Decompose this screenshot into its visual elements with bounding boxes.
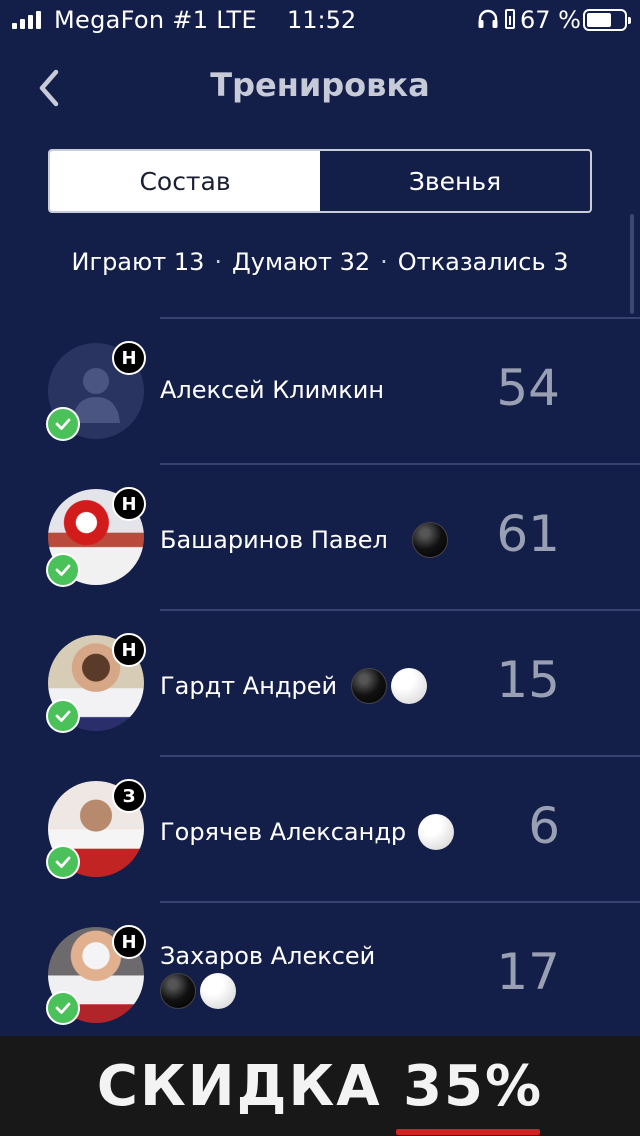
scrollbar[interactable] — [630, 214, 634, 314]
separator: · — [380, 248, 388, 276]
status-badge: Н — [112, 633, 146, 667]
player-name: Башаринов Павел — [160, 522, 448, 558]
tab-roster[interactable]: Состав — [50, 151, 320, 211]
check-icon — [46, 407, 80, 441]
list-item[interactable]: Н Башаринов Павел 61 — [46, 463, 640, 609]
carrier-label: MegaFon #1 LTE — [54, 6, 257, 34]
segmented-control: Состав Звенья — [48, 149, 592, 213]
jersey-number: 17 — [496, 943, 560, 1001]
chevron-left-icon — [39, 69, 59, 107]
white-puck-icon — [391, 668, 428, 704]
page-title: Тренировка — [210, 66, 430, 104]
status-badge: Н — [112, 341, 146, 375]
status-badge: Н — [112, 487, 146, 521]
avatar: Н — [46, 341, 146, 441]
check-icon — [46, 699, 80, 733]
black-puck-icon — [160, 973, 196, 1009]
black-puck-icon — [411, 522, 448, 558]
jersey-number: 61 — [496, 505, 560, 563]
attendance-summary: Играют 13 · Думают 32 · Отказались 3 — [0, 248, 640, 276]
black-puck-icon — [351, 668, 388, 704]
avatar: З — [46, 779, 146, 879]
player-name: Алексей Климкин — [160, 376, 385, 404]
jersey-number: 6 — [528, 797, 560, 855]
avatar: Н — [46, 487, 146, 587]
status-badge: Н — [112, 925, 146, 959]
player-list: Н Алексей Климкин 54 Н Башаринов Павел 6… — [0, 317, 640, 1047]
check-icon — [46, 991, 80, 1025]
clock: 11:52 — [287, 6, 357, 34]
headphones-icon — [478, 9, 498, 28]
banner-text: СКИДКА 35% — [96, 1053, 544, 1119]
list-item[interactable]: З Горячев Александр 6 — [46, 755, 640, 901]
list-item[interactable]: Н Алексей Климкин 54 — [46, 317, 640, 463]
banner-accent — [396, 1129, 540, 1135]
tab-lines[interactable]: Звенья — [320, 151, 590, 211]
player-name: Горячев Александр — [160, 814, 455, 850]
battery-icon — [583, 9, 631, 31]
list-item[interactable]: Н Захаров Алексей 17 — [46, 901, 640, 1047]
separator: · — [214, 248, 222, 276]
status-bar: MegaFon #1 LTE 11:52 67 % — [0, 0, 640, 40]
avatar: Н — [46, 633, 146, 733]
check-icon — [46, 553, 80, 587]
back-button[interactable] — [30, 66, 70, 110]
ad-banner[interactable]: СКИДКА 35% — [0, 1036, 640, 1136]
thinking-count: Думают 32 — [232, 248, 371, 276]
jersey-number: 15 — [496, 651, 560, 709]
battery-percent: 67 % — [520, 6, 581, 34]
player-name: Захаров Алексей — [160, 941, 375, 1009]
declined-count: Отказались 3 — [397, 248, 569, 276]
player-name: Гардт Андрей — [160, 668, 428, 704]
playing-count: Играют 13 — [71, 248, 205, 276]
jersey-number: 54 — [496, 359, 560, 417]
charging-icon — [505, 9, 515, 29]
signal-icon — [12, 11, 41, 29]
white-puck-icon — [200, 973, 236, 1009]
list-item[interactable]: Н Гардт Андрей 15 — [46, 609, 640, 755]
check-icon — [46, 845, 80, 879]
status-badge: З — [112, 779, 146, 813]
white-puck-icon — [418, 814, 455, 850]
avatar: Н — [46, 925, 146, 1025]
